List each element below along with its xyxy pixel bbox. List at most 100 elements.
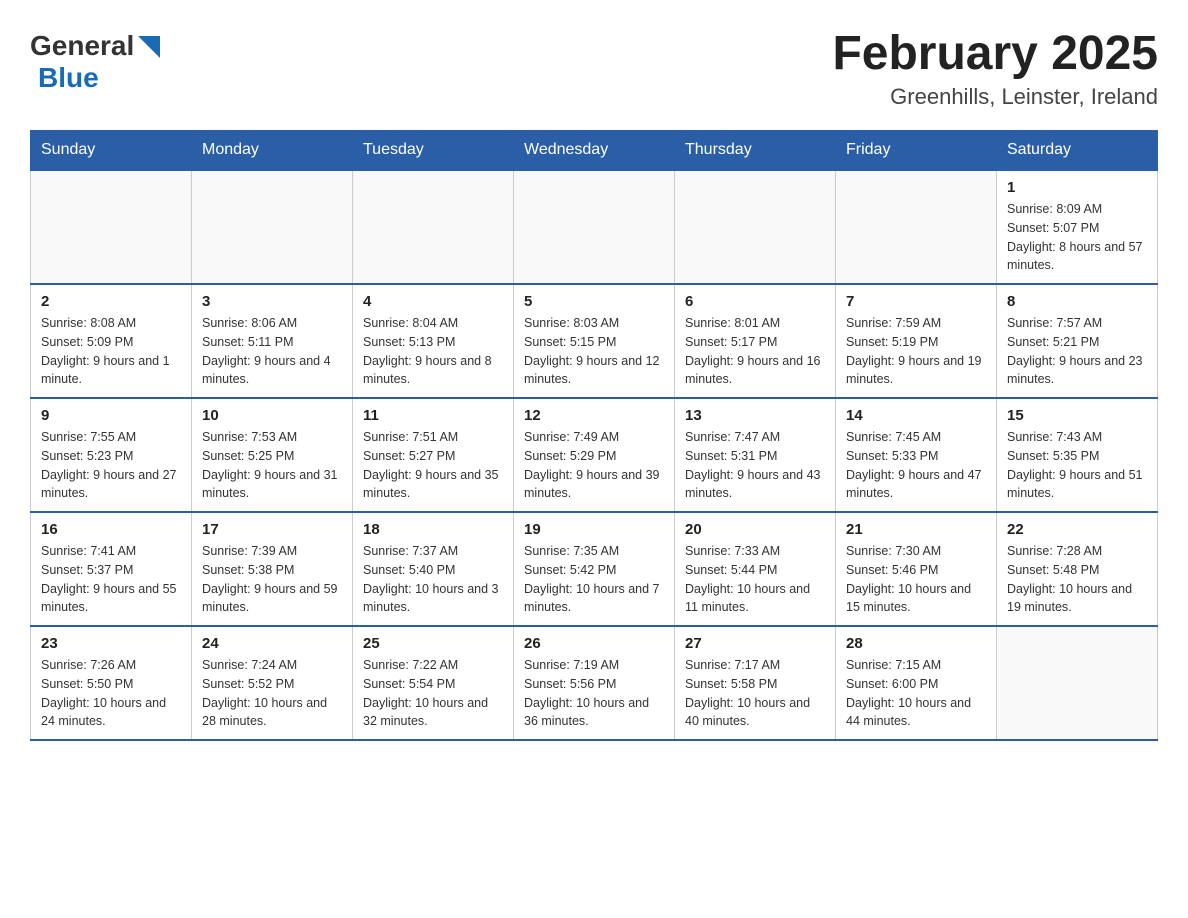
col-saturday: Saturday xyxy=(997,131,1158,171)
day-info: Sunrise: 7:24 AMSunset: 5:52 PMDaylight:… xyxy=(202,656,342,731)
table-row: 11 Sunrise: 7:51 AMSunset: 5:27 PMDaylig… xyxy=(353,398,514,512)
table-row: 19 Sunrise: 7:35 AMSunset: 5:42 PMDaylig… xyxy=(514,512,675,626)
day-info: Sunrise: 8:01 AMSunset: 5:17 PMDaylight:… xyxy=(685,314,825,389)
table-row: 10 Sunrise: 7:53 AMSunset: 5:25 PMDaylig… xyxy=(192,398,353,512)
day-info: Sunrise: 7:39 AMSunset: 5:38 PMDaylight:… xyxy=(202,542,342,617)
col-monday: Monday xyxy=(192,131,353,171)
day-info: Sunrise: 8:09 AMSunset: 5:07 PMDaylight:… xyxy=(1007,200,1147,275)
day-number: 12 xyxy=(524,407,664,424)
day-number: 28 xyxy=(846,635,986,652)
day-info: Sunrise: 7:47 AMSunset: 5:31 PMDaylight:… xyxy=(685,428,825,503)
day-info: Sunrise: 7:57 AMSunset: 5:21 PMDaylight:… xyxy=(1007,314,1147,389)
table-row: 15 Sunrise: 7:43 AMSunset: 5:35 PMDaylig… xyxy=(997,398,1158,512)
table-row: 28 Sunrise: 7:15 AMSunset: 6:00 PMDaylig… xyxy=(836,626,997,740)
table-row: 1 Sunrise: 8:09 AMSunset: 5:07 PMDayligh… xyxy=(997,170,1158,284)
table-row: 18 Sunrise: 7:37 AMSunset: 5:40 PMDaylig… xyxy=(353,512,514,626)
day-number: 10 xyxy=(202,407,342,424)
day-number: 15 xyxy=(1007,407,1147,424)
table-row: 6 Sunrise: 8:01 AMSunset: 5:17 PMDayligh… xyxy=(675,284,836,398)
day-info: Sunrise: 8:08 AMSunset: 5:09 PMDaylight:… xyxy=(41,314,181,389)
table-row xyxy=(31,170,192,284)
day-number: 14 xyxy=(846,407,986,424)
day-number: 27 xyxy=(685,635,825,652)
day-number: 9 xyxy=(41,407,181,424)
table-row: 27 Sunrise: 7:17 AMSunset: 5:58 PMDaylig… xyxy=(675,626,836,740)
logo: General Blue xyxy=(30,30,160,94)
col-thursday: Thursday xyxy=(675,131,836,171)
day-number: 1 xyxy=(1007,179,1147,196)
title-block: February 2025 Greenhills, Leinster, Irel… xyxy=(832,30,1158,110)
day-info: Sunrise: 7:55 AMSunset: 5:23 PMDaylight:… xyxy=(41,428,181,503)
table-row: 17 Sunrise: 7:39 AMSunset: 5:38 PMDaylig… xyxy=(192,512,353,626)
table-row: 8 Sunrise: 7:57 AMSunset: 5:21 PMDayligh… xyxy=(997,284,1158,398)
table-row xyxy=(997,626,1158,740)
calendar-week-row: 9 Sunrise: 7:55 AMSunset: 5:23 PMDayligh… xyxy=(31,398,1158,512)
day-number: 20 xyxy=(685,521,825,538)
table-row xyxy=(192,170,353,284)
col-sunday: Sunday xyxy=(31,131,192,171)
day-number: 19 xyxy=(524,521,664,538)
day-number: 2 xyxy=(41,293,181,310)
table-row xyxy=(836,170,997,284)
day-info: Sunrise: 7:15 AMSunset: 6:00 PMDaylight:… xyxy=(846,656,986,731)
day-number: 25 xyxy=(363,635,503,652)
day-number: 4 xyxy=(363,293,503,310)
day-number: 16 xyxy=(41,521,181,538)
day-info: Sunrise: 8:04 AMSunset: 5:13 PMDaylight:… xyxy=(363,314,503,389)
table-row: 23 Sunrise: 7:26 AMSunset: 5:50 PMDaylig… xyxy=(31,626,192,740)
day-info: Sunrise: 7:43 AMSunset: 5:35 PMDaylight:… xyxy=(1007,428,1147,503)
day-number: 24 xyxy=(202,635,342,652)
day-info: Sunrise: 7:37 AMSunset: 5:40 PMDaylight:… xyxy=(363,542,503,617)
day-info: Sunrise: 7:30 AMSunset: 5:46 PMDaylight:… xyxy=(846,542,986,617)
table-row xyxy=(675,170,836,284)
table-row: 2 Sunrise: 8:08 AMSunset: 5:09 PMDayligh… xyxy=(31,284,192,398)
col-tuesday: Tuesday xyxy=(353,131,514,171)
day-number: 5 xyxy=(524,293,664,310)
calendar-header-row: Sunday Monday Tuesday Wednesday Thursday… xyxy=(31,131,1158,171)
table-row: 25 Sunrise: 7:22 AMSunset: 5:54 PMDaylig… xyxy=(353,626,514,740)
table-row xyxy=(353,170,514,284)
day-info: Sunrise: 7:59 AMSunset: 5:19 PMDaylight:… xyxy=(846,314,986,389)
table-row: 13 Sunrise: 7:47 AMSunset: 5:31 PMDaylig… xyxy=(675,398,836,512)
col-friday: Friday xyxy=(836,131,997,171)
day-info: Sunrise: 7:28 AMSunset: 5:48 PMDaylight:… xyxy=(1007,542,1147,617)
col-wednesday: Wednesday xyxy=(514,131,675,171)
day-info: Sunrise: 7:49 AMSunset: 5:29 PMDaylight:… xyxy=(524,428,664,503)
logo-blue-text: Blue xyxy=(38,62,99,93)
day-info: Sunrise: 7:17 AMSunset: 5:58 PMDaylight:… xyxy=(685,656,825,731)
calendar-week-row: 2 Sunrise: 8:08 AMSunset: 5:09 PMDayligh… xyxy=(31,284,1158,398)
day-info: Sunrise: 7:45 AMSunset: 5:33 PMDaylight:… xyxy=(846,428,986,503)
month-year-title: February 2025 xyxy=(832,30,1158,78)
table-row: 4 Sunrise: 8:04 AMSunset: 5:13 PMDayligh… xyxy=(353,284,514,398)
table-row: 24 Sunrise: 7:24 AMSunset: 5:52 PMDaylig… xyxy=(192,626,353,740)
table-row: 26 Sunrise: 7:19 AMSunset: 5:56 PMDaylig… xyxy=(514,626,675,740)
logo-general-text: General xyxy=(30,30,134,62)
day-number: 18 xyxy=(363,521,503,538)
table-row: 12 Sunrise: 7:49 AMSunset: 5:29 PMDaylig… xyxy=(514,398,675,512)
day-number: 26 xyxy=(524,635,664,652)
day-info: Sunrise: 7:19 AMSunset: 5:56 PMDaylight:… xyxy=(524,656,664,731)
location-subtitle: Greenhills, Leinster, Ireland xyxy=(832,84,1158,110)
day-info: Sunrise: 7:33 AMSunset: 5:44 PMDaylight:… xyxy=(685,542,825,617)
calendar-week-row: 1 Sunrise: 8:09 AMSunset: 5:07 PMDayligh… xyxy=(31,170,1158,284)
day-info: Sunrise: 8:06 AMSunset: 5:11 PMDaylight:… xyxy=(202,314,342,389)
day-number: 3 xyxy=(202,293,342,310)
table-row xyxy=(514,170,675,284)
day-number: 23 xyxy=(41,635,181,652)
calendar-week-row: 23 Sunrise: 7:26 AMSunset: 5:50 PMDaylig… xyxy=(31,626,1158,740)
calendar-week-row: 16 Sunrise: 7:41 AMSunset: 5:37 PMDaylig… xyxy=(31,512,1158,626)
day-number: 11 xyxy=(363,407,503,424)
table-row: 9 Sunrise: 7:55 AMSunset: 5:23 PMDayligh… xyxy=(31,398,192,512)
day-number: 7 xyxy=(846,293,986,310)
day-number: 21 xyxy=(846,521,986,538)
day-number: 6 xyxy=(685,293,825,310)
day-info: Sunrise: 7:51 AMSunset: 5:27 PMDaylight:… xyxy=(363,428,503,503)
day-info: Sunrise: 7:26 AMSunset: 5:50 PMDaylight:… xyxy=(41,656,181,731)
day-info: Sunrise: 7:22 AMSunset: 5:54 PMDaylight:… xyxy=(363,656,503,731)
table-row: 22 Sunrise: 7:28 AMSunset: 5:48 PMDaylig… xyxy=(997,512,1158,626)
day-number: 17 xyxy=(202,521,342,538)
day-info: Sunrise: 7:35 AMSunset: 5:42 PMDaylight:… xyxy=(524,542,664,617)
table-row: 21 Sunrise: 7:30 AMSunset: 5:46 PMDaylig… xyxy=(836,512,997,626)
table-row: 14 Sunrise: 7:45 AMSunset: 5:33 PMDaylig… xyxy=(836,398,997,512)
day-number: 8 xyxy=(1007,293,1147,310)
